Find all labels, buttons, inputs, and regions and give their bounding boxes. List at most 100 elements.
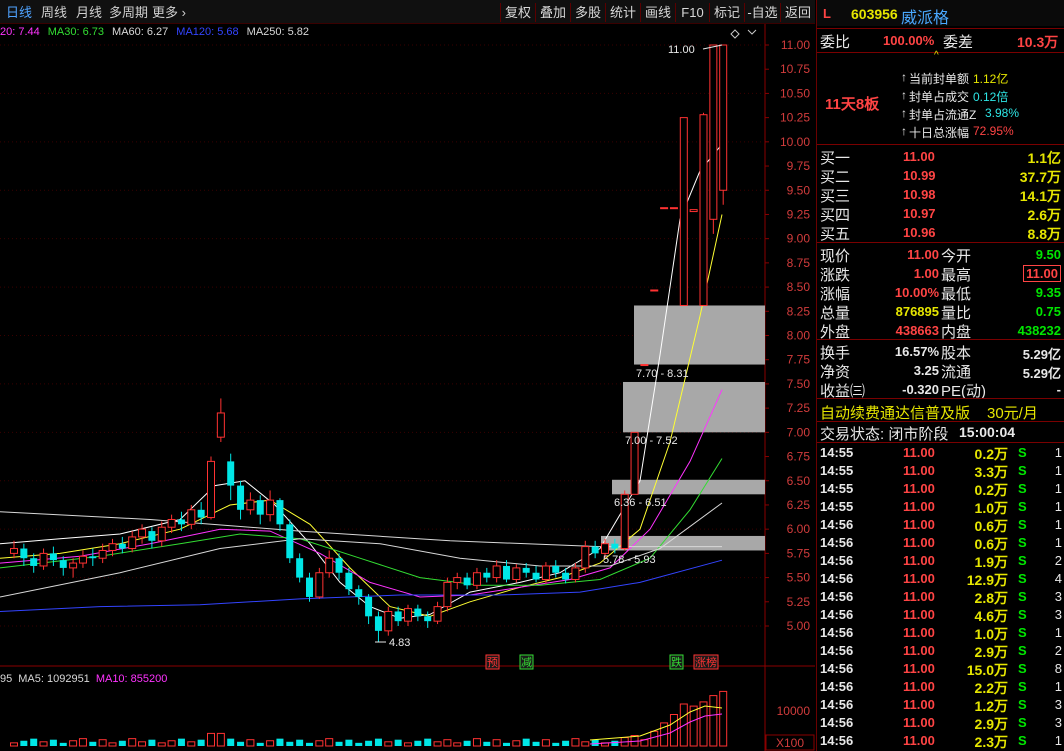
price-tick-label: 8.25 xyxy=(787,304,811,318)
volume-bar xyxy=(404,742,412,747)
bid-volume: 2.6万 xyxy=(1027,207,1061,223)
quote-value: 0.75 xyxy=(1035,304,1061,319)
trade-count: 1 xyxy=(1054,517,1062,532)
volume-legend: 95 MA5: 1092951 MA10: 855200 xyxy=(0,673,173,685)
fundamental-row: 收益㈢ -0.320 PE(动) - xyxy=(817,380,1064,400)
bid-level-label: 买四 xyxy=(820,207,851,224)
volume-bar xyxy=(138,741,147,747)
trade-volume: 0.6万 xyxy=(974,536,1008,552)
volume-bar xyxy=(335,741,343,746)
candle xyxy=(374,616,382,631)
trade-volume: 0.6万 xyxy=(974,518,1008,534)
bid-row[interactable]: 买一 11.00 1.1亿 xyxy=(817,147,1064,167)
volume-bar xyxy=(424,738,432,746)
promo-banner[interactable]: 自动续费通达信普及版 30元/月 xyxy=(817,401,1064,422)
candle xyxy=(404,608,412,622)
chart-toolbar: 日线 周线 月线 多周期 更多 › 复权 叠加 多股 统计 画线 F10 标记 … xyxy=(0,0,815,24)
trade-count: 1 xyxy=(1054,625,1062,640)
candle xyxy=(286,524,294,559)
trade-row: 14:56 11.00 2.3万 S 1 xyxy=(817,732,1064,750)
quote-value: 876895 xyxy=(895,304,939,319)
tab-weekly[interactable]: 周线 xyxy=(41,4,67,21)
tab-monthly[interactable]: 月线 xyxy=(76,4,102,21)
market-flag: L xyxy=(823,6,831,21)
candle xyxy=(532,572,540,580)
adjust-button[interactable]: 复权 xyxy=(500,3,535,22)
mark-button[interactable]: 标记 xyxy=(709,3,744,22)
tab-daily[interactable]: 日线 xyxy=(6,4,32,21)
volume-bar xyxy=(276,738,284,746)
price-tick-label: 10.25 xyxy=(780,111,810,125)
volume-bar xyxy=(78,738,87,747)
trade-price: 11.00 xyxy=(903,463,935,478)
candle xyxy=(108,543,117,551)
trade-row: 14:56 11.00 4.6万 S 3 xyxy=(817,606,1064,624)
volume-bar xyxy=(306,742,313,746)
trade-row: 14:56 11.00 2.2万 S 1 xyxy=(817,678,1064,696)
candle xyxy=(522,567,530,573)
candle xyxy=(118,543,126,549)
candle xyxy=(197,509,205,518)
volume-bar xyxy=(325,738,334,747)
candle xyxy=(266,499,275,516)
gap-zone xyxy=(634,305,765,365)
candle xyxy=(483,572,491,578)
volume-bar xyxy=(591,739,599,746)
trade-side: S xyxy=(1018,535,1027,550)
seal-item-label: 十日总涨幅 xyxy=(909,126,970,140)
quote-label: 现价 xyxy=(820,248,851,265)
ma-legend-item: MA60: 6.27 xyxy=(112,26,169,38)
volume-bar xyxy=(69,740,78,747)
remove-watchlist-button[interactable]: -自选 xyxy=(744,3,780,22)
bid-row[interactable]: 买二 10.99 37.7万 xyxy=(817,166,1064,186)
candle xyxy=(20,548,28,559)
zone-label-3: 6.36 - 6.51 xyxy=(614,497,667,509)
candle xyxy=(216,412,225,438)
tab-multi-period[interactable]: 多周期 xyxy=(109,4,148,21)
trade-row: 14:56 11.00 0.6万 S 1 xyxy=(817,516,1064,534)
candle xyxy=(246,499,255,511)
stats-button[interactable]: 统计 xyxy=(605,3,640,22)
back-button[interactable]: 返回 xyxy=(780,3,815,22)
f10-button[interactable]: F10 xyxy=(675,3,709,22)
overlay-button[interactable]: 叠加 xyxy=(535,3,570,22)
candle xyxy=(571,567,580,581)
bid-row[interactable]: 买五 10.96 8.8万 xyxy=(817,223,1064,243)
bid-level-label: 买一 xyxy=(820,150,851,167)
price-tick-label: 9.75 xyxy=(787,159,811,173)
volume-bar xyxy=(30,738,38,746)
volume-bar xyxy=(10,742,18,747)
volume-bar xyxy=(286,741,294,746)
fundamental-value: 3.25 xyxy=(913,363,939,378)
tab-more[interactable]: 更多 › xyxy=(152,4,186,21)
trade-row: 14:55 11.00 3.3万 S 1 xyxy=(817,462,1064,480)
zone-label-4: 5.78 - 5.93 xyxy=(603,554,656,566)
trade-count: 1 xyxy=(1054,679,1062,694)
volume-bar xyxy=(709,695,718,747)
draw-line-button[interactable]: 画线 xyxy=(640,3,675,22)
volume-bar xyxy=(453,742,462,747)
trade-time: 14:56 xyxy=(820,589,854,604)
bid-row[interactable]: 买四 10.97 2.6万 xyxy=(817,204,1064,224)
weibi-label: 委比 xyxy=(820,34,851,51)
candle xyxy=(325,557,334,574)
quote-label: 涨幅 xyxy=(820,286,851,303)
price-tick-label: 5.75 xyxy=(787,546,811,560)
volume-bar xyxy=(256,742,264,746)
trade-price: 11.00 xyxy=(903,535,935,550)
seal-item-value: 72.95% xyxy=(973,124,1014,138)
fundamental-value: - xyxy=(1056,382,1061,397)
quote-label: 总量 xyxy=(820,305,851,322)
volume-bar xyxy=(108,742,117,747)
volume-bar xyxy=(394,739,402,746)
arrow-up-icon: ↑ xyxy=(901,106,907,120)
trade-volume: 2.9万 xyxy=(974,644,1008,660)
trade-time: 14:56 xyxy=(820,643,854,658)
price-tick-label: 7.75 xyxy=(787,353,811,367)
multi-stock-button[interactable]: 多股 xyxy=(570,3,605,22)
bid-price: 10.98 xyxy=(903,187,936,202)
bid-volume: 37.7万 xyxy=(1019,169,1061,185)
kline-chart[interactable]: 11.00 4.83 7.70 - 8.31 7.00 - 7.52 6.36 - 6.… xyxy=(0,24,815,751)
bid-row[interactable]: 买三 10.98 14.1万 xyxy=(817,185,1064,205)
trade-count: 3 xyxy=(1054,697,1062,712)
